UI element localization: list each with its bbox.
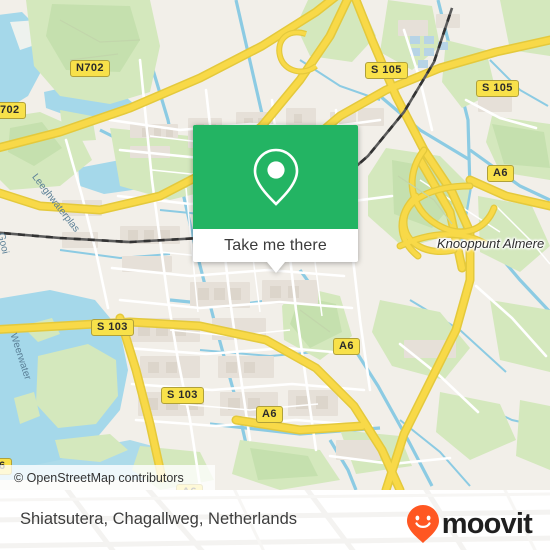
- location-pin-icon: [253, 148, 298, 206]
- road-shield: A6: [487, 165, 514, 182]
- road-shield: S 103: [161, 387, 204, 404]
- map-canvas[interactable]: 702 N702 S 105 S 105 A6 S 103 A6 S 103 A…: [0, 0, 550, 490]
- road-shield: S 105: [476, 80, 519, 97]
- road-shield: N702: [70, 60, 110, 77]
- road-shield: A6: [333, 338, 360, 355]
- road-shield: S 103: [91, 319, 134, 336]
- road-shield: S 105: [365, 62, 408, 79]
- callout-pointer: [266, 262, 285, 273]
- take-me-there-callout[interactable]: Take me there: [193, 125, 358, 273]
- moovit-wordmark: moovit: [441, 508, 533, 540]
- road-shield: 702: [0, 102, 26, 119]
- location-title: Shiatsutera, Chagallweg, Netherlands: [20, 510, 297, 528]
- moovit-map-card: 702 N702 S 105 S 105 A6 S 103 A6 S 103 A…: [0, 0, 550, 550]
- place-label-knooppunt-almere: Knooppunt Almere: [437, 236, 545, 251]
- callout-footer[interactable]: Take me there: [193, 229, 358, 273]
- attribution-text: © OpenStreetMap contributors: [14, 470, 184, 485]
- map-attribution[interactable]: © OpenStreetMap contributors: [0, 465, 215, 490]
- callout-header: [193, 125, 358, 229]
- road-shield: A6: [256, 406, 283, 423]
- take-me-there-label: Take me there: [224, 236, 327, 254]
- footer-bar: Shiatsutera, Chagallweg, Netherlands moo…: [0, 490, 550, 550]
- moovit-brand[interactable]: moovit: [406, 504, 533, 544]
- moovit-smiley-pin-icon: [406, 505, 439, 543]
